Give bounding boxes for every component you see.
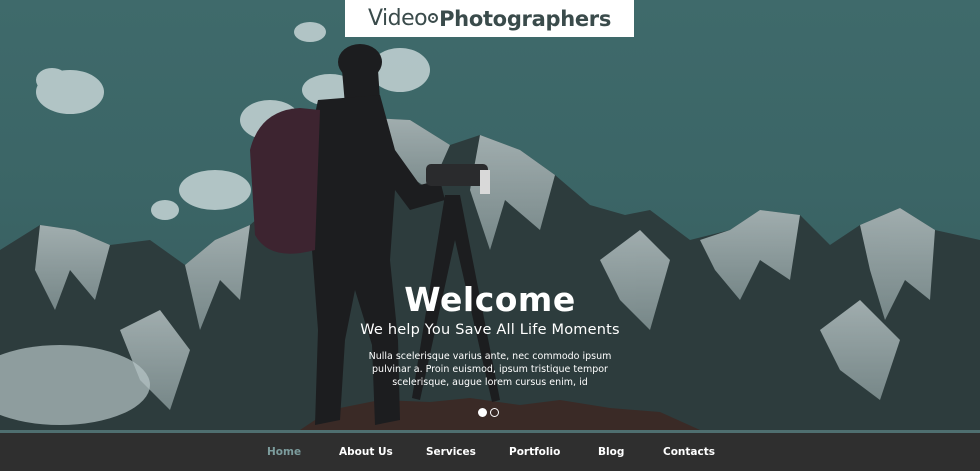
nav-item-home[interactable]: Home bbox=[267, 446, 301, 458]
slider-pagination bbox=[478, 408, 499, 417]
logo-text-bold: Photographers bbox=[439, 6, 612, 31]
slider-dot-1[interactable] bbox=[478, 408, 487, 417]
slide-description: Nulla scelerisque varius ante, nec commo… bbox=[368, 351, 612, 388]
nav-item-about-us[interactable]: About Us bbox=[339, 446, 393, 458]
hero-slider: Video Photographers Welcome We help You S… bbox=[0, 0, 980, 430]
site-logo[interactable]: Video Photographers bbox=[345, 0, 634, 37]
logo-text-light: Video bbox=[367, 6, 428, 31]
slider-dot-2[interactable] bbox=[490, 408, 499, 417]
slide-heading: Welcome bbox=[404, 280, 576, 319]
nav-item-services[interactable]: Services bbox=[426, 446, 476, 458]
main-navigation: Home About Us Services Portfolio Blog Co… bbox=[0, 430, 980, 471]
logo-lens-icon bbox=[428, 12, 439, 23]
nav-item-portfolio[interactable]: Portfolio bbox=[509, 446, 560, 458]
slide-caption: Welcome We help You Save All Life Moment… bbox=[300, 280, 680, 389]
nav-item-contacts[interactable]: Contacts bbox=[663, 446, 715, 458]
nav-item-blog[interactable]: Blog bbox=[598, 446, 624, 458]
slide-subheading: We help You Save All Life Moments bbox=[360, 322, 620, 338]
